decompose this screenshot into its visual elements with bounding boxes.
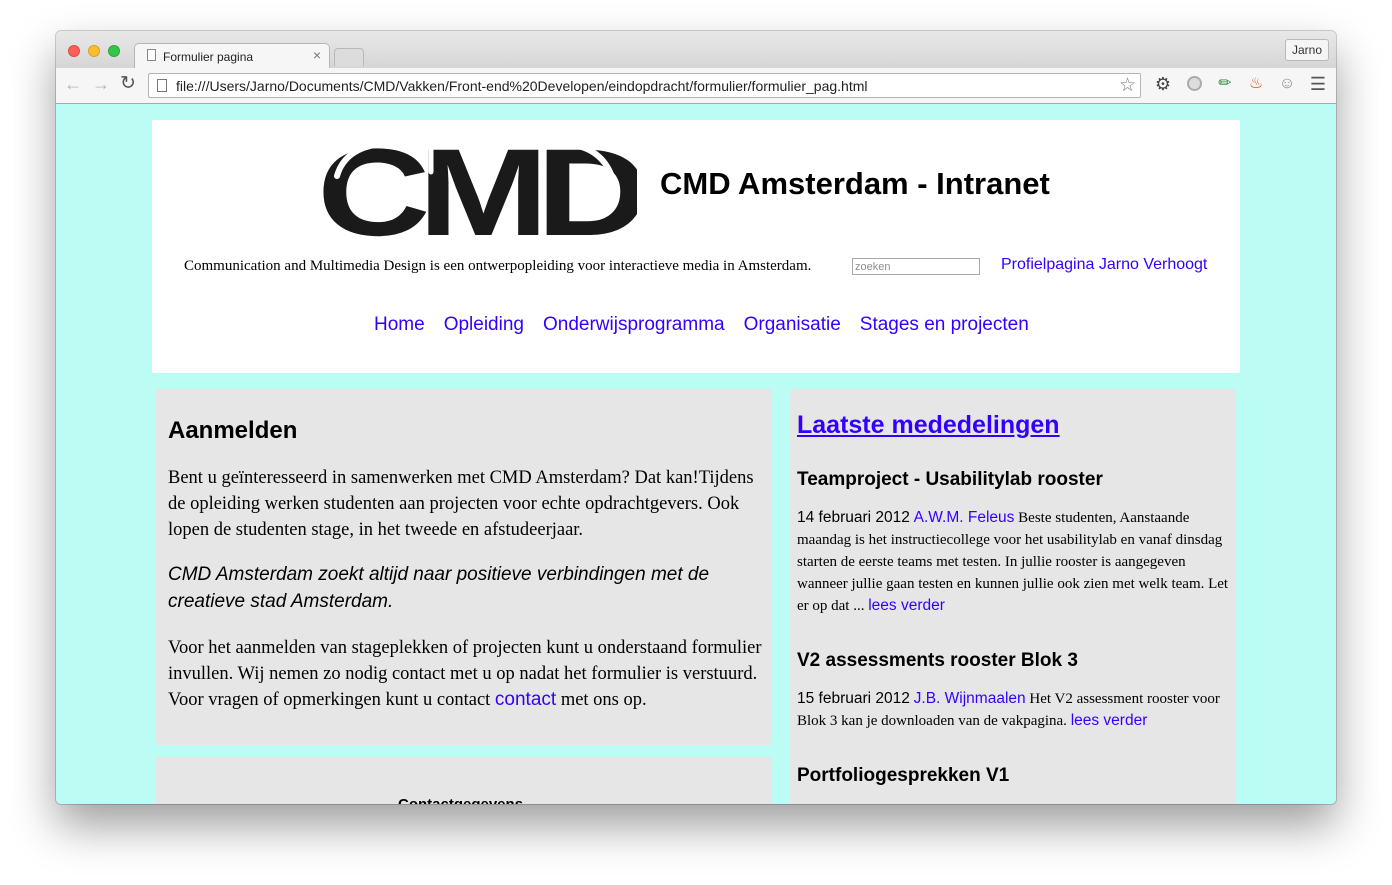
news-title-link[interactable]: Laatste mededelingen	[797, 411, 1060, 440]
site-title: CMD Amsterdam - Intranet	[660, 166, 1050, 201]
news-panel: Laatste mededelingen Teamproject - Usabi…	[790, 389, 1236, 804]
gear-icon[interactable]: ⚙	[1153, 74, 1173, 94]
news-item-heading: V2 assessments rooster Blok 3	[797, 650, 1078, 671]
nav-opleiding[interactable]: Opleiding	[444, 314, 524, 335]
form-instructions: Voor het aanmelden van stageplekken of p…	[168, 635, 768, 713]
minimize-window-button[interactable]	[88, 45, 100, 57]
profile-button[interactable]: Jarno	[1285, 39, 1329, 61]
aanmelden-panel: Aanmelden Bent u geïnteresseerd in samen…	[156, 389, 772, 745]
site-header: CMD CMD Amsterdam - Intranet Communicati…	[152, 120, 1240, 373]
news-date: 15 februari 2012	[797, 690, 910, 707]
news-date: 14 februari 2012	[797, 509, 910, 526]
menu-icon[interactable]: ☰	[1308, 74, 1328, 94]
forward-arrow-icon[interactable]: →	[92, 74, 110, 94]
nav-organisatie[interactable]: Organisatie	[744, 314, 841, 335]
ghost-icon[interactable]: ☺	[1277, 74, 1297, 94]
news-item-heading: Teamproject - Usabilitylab rooster	[797, 469, 1103, 490]
search-input[interactable]	[852, 258, 980, 275]
tab-bar: Formulier pagina × Jarno	[56, 31, 1336, 68]
tab-title: Formulier pagina	[163, 50, 254, 64]
contact-link[interactable]: contact	[495, 689, 556, 710]
nav-onderwijsprogramma[interactable]: Onderwijsprogramma	[543, 314, 725, 335]
browser-window: Formulier pagina × Jarno ← → ↻ file:///U…	[56, 31, 1336, 804]
nav-home[interactable]: Home	[374, 314, 425, 335]
tab-active[interactable]: Formulier pagina ×	[134, 43, 330, 68]
back-arrow-icon[interactable]: ←	[64, 74, 82, 94]
main-nav: Home Opleiding Onderwijsprogramma Organisat…	[374, 314, 1048, 336]
lees-verder-link[interactable]: lees verder	[868, 597, 945, 614]
intro-paragraph: Bent u geïnteresseerd in samenwerken met…	[168, 468, 754, 540]
instructions-text-end: met ons op.	[556, 690, 647, 710]
quote-paragraph: CMD Amsterdam zoekt altijd naar positiev…	[168, 564, 710, 612]
contact-panel: Contactgegevens	[156, 757, 772, 804]
page-viewport: CMD CMD Amsterdam - Intranet Communicati…	[56, 104, 1336, 804]
star-icon[interactable]: ☆	[1119, 74, 1136, 97]
news-item-heading: Portfoliogesprekken V1	[797, 765, 1010, 786]
lees-verder-link[interactable]: lees verder	[1071, 712, 1148, 729]
document-icon	[157, 79, 167, 92]
new-tab-button[interactable]	[334, 48, 364, 66]
eyedropper-icon[interactable]: ✏	[1215, 74, 1235, 94]
aanmelden-heading: Aanmelden	[168, 417, 298, 444]
address-bar[interactable]: file:///Users/Jarno/Documents/CMD/Vakken…	[148, 73, 1141, 98]
news-author-link[interactable]: A.W.M. Feleus	[914, 509, 1015, 526]
tab-close-icon[interactable]: ×	[313, 48, 321, 62]
fire-icon[interactable]: ♨	[1246, 74, 1266, 94]
browser-toolbar: ← → ↻ file:///Users/Jarno/Documents/CMD/…	[56, 68, 1336, 104]
zoom-window-button[interactable]	[108, 45, 120, 57]
tagline: Communication and Multimedia Design is e…	[184, 258, 812, 274]
news-item-body: 14 februari 2012 A.W.M. Feleus Beste stu…	[797, 507, 1229, 617]
circle-extension-icon[interactable]	[1184, 74, 1204, 94]
profile-link[interactable]: Profielpagina Jarno Verhoogt	[1001, 256, 1207, 274]
nav-stages-en-projecten[interactable]: Stages en projecten	[860, 314, 1029, 335]
reload-icon[interactable]: ↻	[120, 74, 136, 94]
document-icon	[147, 49, 156, 61]
news-item-body: 15 februari 2012 J.B. Wijnmaalen Het V2 …	[797, 688, 1229, 732]
contact-heading: Contactgegevens	[398, 796, 523, 804]
address-url[interactable]: file:///Users/Jarno/Documents/CMD/Vakken…	[176, 78, 868, 94]
news-author-link[interactable]: J.B. Wijnmaalen	[914, 690, 1026, 707]
cmd-logo[interactable]: CMD	[319, 134, 637, 238]
instructions-text-start: Voor het aanmelden van stageplekken of p…	[168, 638, 762, 710]
close-window-button[interactable]	[68, 45, 80, 57]
